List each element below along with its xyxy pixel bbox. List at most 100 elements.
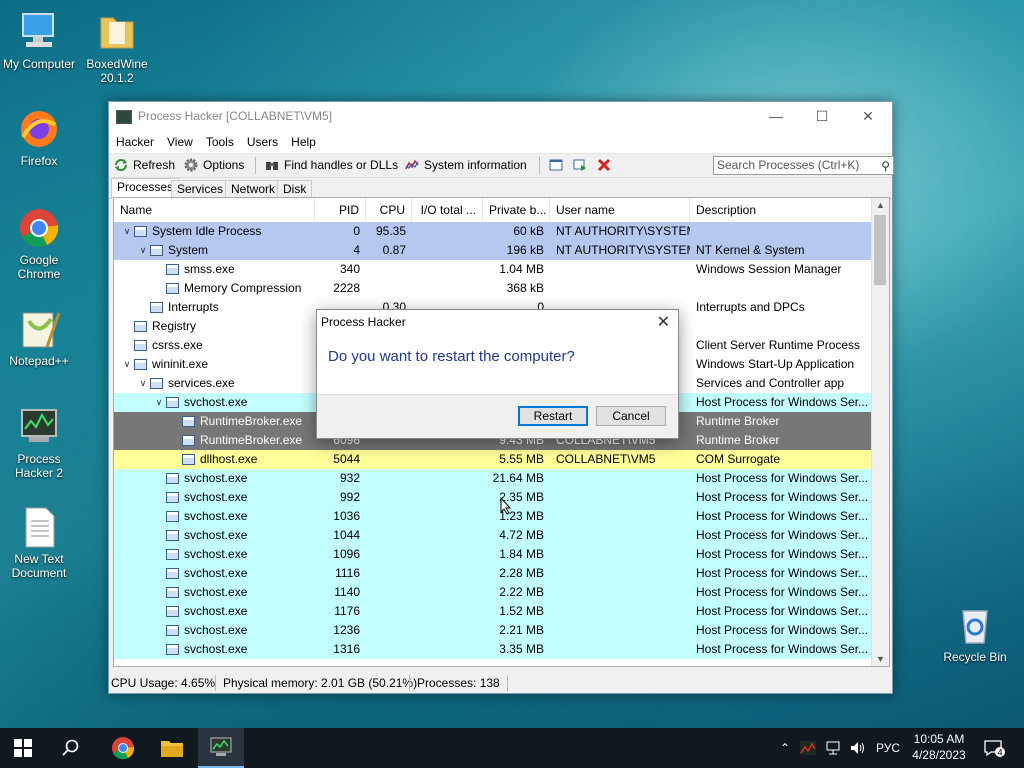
table-row[interactable]: svchost.exe 932 21.64 MB Host Process for W…: [114, 469, 872, 488]
column-header-user-name[interactable]: User name: [550, 198, 690, 222]
input-language-indicator[interactable]: РУС: [876, 728, 900, 768]
tab-processes[interactable]: Processes: [111, 178, 180, 199]
start-button[interactable]: [0, 728, 46, 768]
column-header-io-total[interactable]: I/O total ...: [412, 198, 483, 222]
scroll-down-icon[interactable]: ▼: [872, 654, 889, 664]
tab-network[interactable]: Network: [225, 180, 282, 198]
cell-user: [550, 564, 690, 583]
process-hacker-icon: [17, 405, 61, 449]
toolbar-separator: [539, 157, 540, 174]
cell-cpu: [366, 640, 412, 659]
chevron-down-icon[interactable]: ∨: [152, 393, 166, 412]
title-bar[interactable]: Process Hacker [COLLABNET\VM5] — ☐ ✕: [109, 102, 892, 131]
find-handles-button[interactable]: Find handles or DLLs: [265, 158, 398, 172]
process-name: System Idle Process: [152, 224, 262, 238]
table-row[interactable]: svchost.exe 1044 4.72 MB Host Process for W…: [114, 526, 872, 545]
cell-cpu: [366, 450, 412, 469]
vertical-scrollbar[interactable]: ▲ ▼: [871, 198, 889, 666]
restart-button[interactable]: Restart: [518, 406, 588, 426]
process-icon: [166, 530, 179, 541]
table-row[interactable]: svchost.exe 1176 1.52 MB Host Process for W…: [114, 602, 872, 621]
search-processes-input[interactable]: Search Processes (Ctrl+K) ⚲: [713, 156, 894, 175]
cell-desc: Host Process for Windows Ser...: [696, 547, 869, 561]
options-button[interactable]: Options: [184, 158, 244, 172]
maximize-button[interactable]: ☐: [799, 102, 845, 131]
cell-desc: Interrupts and DPCs: [696, 300, 805, 314]
terminate-button[interactable]: [597, 158, 616, 172]
cell-user: [550, 279, 690, 298]
red-x-icon: [597, 158, 611, 172]
show-hidden-icons-button[interactable]: ⌃: [780, 728, 790, 768]
taskbar-file-explorer[interactable]: [149, 728, 195, 768]
cell-priv: 2.21 MB: [499, 623, 544, 637]
minimize-button[interactable]: —: [753, 102, 799, 131]
cell-desc: Host Process for Windows Ser...: [696, 471, 869, 485]
cell-user: [550, 507, 690, 526]
table-row[interactable]: ∨ System 4 0.87 196 kB NT AUTHORITY\SYSTEM NT …: [114, 241, 872, 260]
taskbar-clock[interactable]: 10:05 AM 4/28/2023: [902, 731, 976, 763]
refresh-button[interactable]: Refresh: [114, 158, 175, 172]
table-row[interactable]: svchost.exe 1236 2.21 MB Host Process for W…: [114, 621, 872, 640]
table-row[interactable]: smss.exe 340 1.04 MB Windows Session Manage…: [114, 260, 872, 279]
table-row[interactable]: svchost.exe 1140 2.22 MB Host Process for W…: [114, 583, 872, 602]
column-header-name[interactable]: Name: [114, 198, 315, 222]
cell-desc: Windows Start-Up Application: [696, 357, 855, 371]
system-information-button[interactable]: System information: [405, 158, 527, 172]
action-center-button[interactable]: 4: [983, 728, 1005, 768]
maximize-icon: ☐: [815, 108, 829, 124]
table-row[interactable]: svchost.exe 992 2.35 MB Host Process for Wi…: [114, 488, 872, 507]
taskbar-search-button[interactable]: [48, 728, 94, 768]
table-row[interactable]: svchost.exe 1096 1.84 MB Host Process for W…: [114, 545, 872, 564]
table-row[interactable]: svchost.exe 1116 2.28 MB Host Process for W…: [114, 564, 872, 583]
network-icon[interactable]: [826, 728, 842, 768]
desktop-icon-process-hacker[interactable]: Process Hacker 2: [0, 405, 81, 480]
menu-help[interactable]: Help: [284, 131, 322, 149]
tab-services[interactable]: Services: [171, 180, 230, 198]
process-icon: [134, 226, 147, 237]
tray-process-hacker-icon[interactable]: [800, 728, 816, 768]
tab-disk[interactable]: Disk: [277, 180, 313, 198]
table-row[interactable]: Memory Compression 2228 368 kB: [114, 279, 872, 298]
table-row[interactable]: svchost.exe 1316 3.35 MB Host Process for W…: [114, 640, 872, 659]
process-name: svchost.exe: [184, 585, 248, 599]
minimize-icon: —: [769, 108, 783, 124]
process-name: RuntimeBroker.exe: [200, 414, 303, 428]
show-window-button[interactable]: [549, 158, 568, 172]
process-name: Memory Compression: [184, 281, 302, 295]
table-row[interactable]: dllhost.exe 5044 5.55 MB COLLABNET\VM5 COM S…: [114, 450, 872, 469]
menu-tools[interactable]: Tools: [199, 131, 240, 149]
taskbar-chrome[interactable]: [100, 728, 146, 768]
table-row[interactable]: ∨ System Idle Process 0 95.35 60 kB NT AUTHOR…: [114, 222, 872, 241]
find-window-button[interactable]: [573, 158, 592, 172]
desktop-icon-my-computer[interactable]: My Computer: [0, 10, 81, 71]
desktop-icon-chrome[interactable]: Google Chrome: [0, 206, 81, 281]
table-row[interactable]: svchost.exe 1036 1.23 MB Host Process for W…: [114, 507, 872, 526]
chevron-down-icon[interactable]: ∨: [136, 241, 150, 260]
taskbar-process-hacker[interactable]: [198, 728, 244, 768]
cell-cpu: [366, 621, 412, 640]
volume-icon[interactable]: [850, 728, 866, 768]
desktop-icon-firefox[interactable]: Firefox: [0, 107, 81, 168]
process-name-cell: ∨ services.exe: [114, 374, 315, 393]
menu-hacker[interactable]: Hacker: [109, 131, 160, 149]
cell-pid: 4: [353, 243, 360, 257]
chevron-down-icon[interactable]: ∨: [120, 222, 134, 241]
column-header-pid[interactable]: PID: [315, 198, 366, 222]
menu-view[interactable]: View: [160, 131, 199, 149]
desktop-icon-notepadpp[interactable]: Notepad++: [0, 307, 81, 368]
close-button[interactable]: ✕: [845, 102, 891, 131]
dialog-close-button[interactable]: ✕: [657, 312, 670, 332]
column-header-description[interactable]: Description: [690, 198, 872, 222]
chevron-down-icon[interactable]: ∨: [136, 374, 150, 393]
menu-users[interactable]: Users: [240, 131, 284, 149]
column-header-cpu[interactable]: CPU: [366, 198, 412, 222]
cancel-button[interactable]: Cancel: [596, 406, 666, 426]
desktop-icon-recycle-bin[interactable]: Recycle Bin: [933, 603, 1017, 664]
scrollbar-thumb[interactable]: [874, 215, 886, 285]
scroll-up-icon[interactable]: ▲: [872, 200, 889, 210]
desktop-icon-boxedwine[interactable]: BoxedWine 20.1.2: [75, 10, 159, 85]
desktop-icon-new-text-document[interactable]: New Text Document: [0, 505, 81, 580]
cell-io: [412, 526, 483, 545]
chevron-down-icon[interactable]: ∨: [120, 355, 134, 374]
column-header-private-bytes[interactable]: Private b...: [483, 198, 550, 222]
